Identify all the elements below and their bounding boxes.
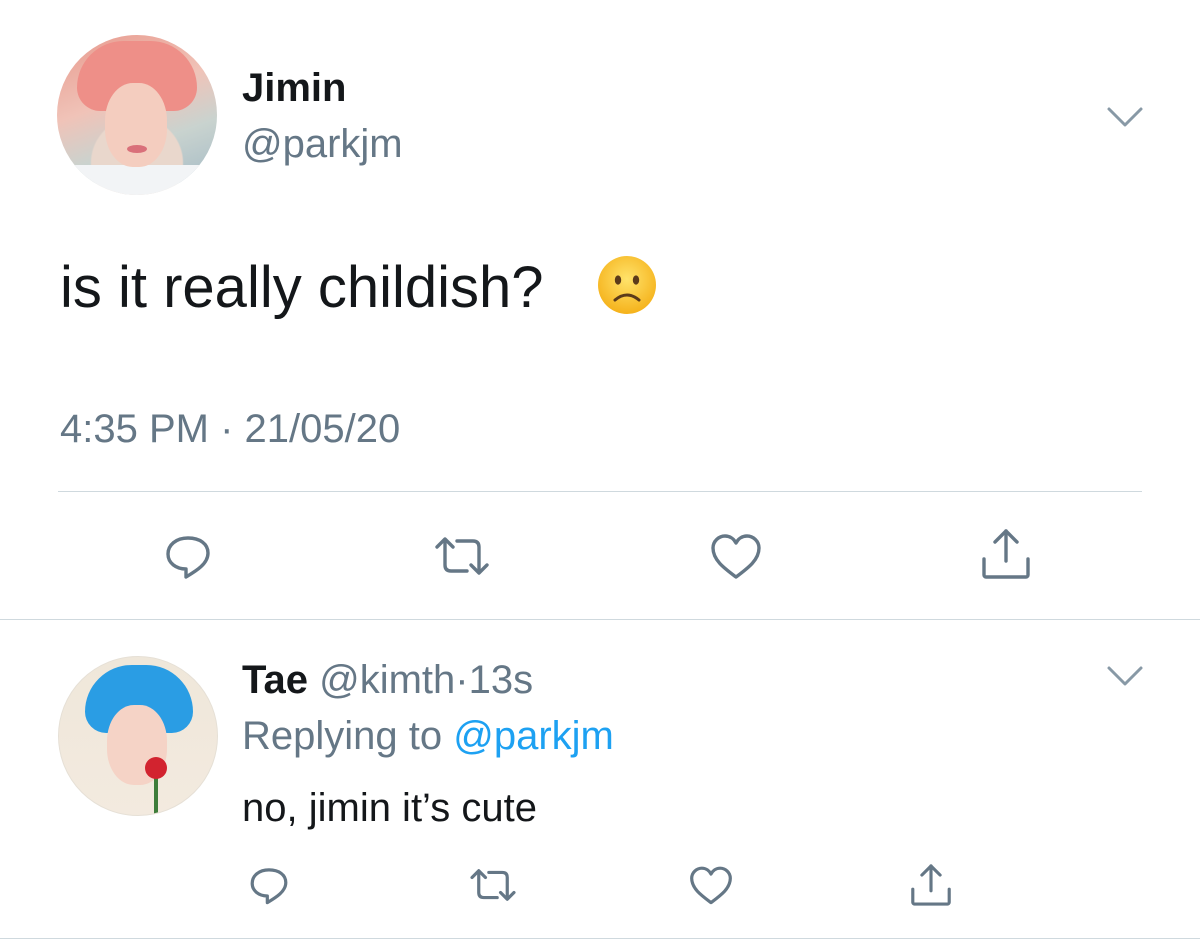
reply-header: Tae @kimth·13s bbox=[242, 656, 533, 704]
reply-icon bbox=[166, 536, 210, 579]
retweet-icon bbox=[470, 869, 516, 901]
replying-to: Replying to @parkjm bbox=[242, 712, 614, 760]
replying-prefix: Replying to bbox=[242, 714, 443, 758]
share-button[interactable] bbox=[906, 860, 956, 910]
display-name[interactable]: Jimin bbox=[242, 64, 346, 112]
main-tweet: Jimin @parkjm is it really childish? 4:3… bbox=[0, 0, 1200, 619]
heart-icon bbox=[711, 534, 761, 579]
avatar[interactable] bbox=[58, 656, 218, 816]
relative-time[interactable]: 13s bbox=[469, 658, 534, 702]
tweet-text: is it really childish? bbox=[60, 255, 544, 320]
avatar[interactable] bbox=[57, 35, 217, 195]
separator: · bbox=[455, 658, 469, 702]
timestamp[interactable]: 4:35 PM · 21/05/20 bbox=[60, 405, 400, 453]
divider bbox=[0, 938, 1200, 939]
display-name[interactable]: Tae bbox=[242, 658, 308, 702]
handle[interactable]: @kimth bbox=[319, 658, 455, 702]
share-button[interactable] bbox=[976, 524, 1036, 584]
divider bbox=[58, 491, 1142, 492]
like-button[interactable] bbox=[686, 862, 736, 908]
retweet-icon bbox=[435, 537, 489, 575]
chevron-down-icon[interactable] bbox=[1105, 664, 1145, 688]
reply-button[interactable] bbox=[246, 862, 292, 908]
chevron-down-icon[interactable] bbox=[1105, 105, 1145, 129]
like-button[interactable] bbox=[706, 528, 766, 584]
reply-icon bbox=[250, 868, 288, 905]
share-icon bbox=[982, 529, 1030, 579]
retweet-button[interactable] bbox=[430, 528, 494, 584]
mention-link[interactable]: @parkjm bbox=[453, 714, 614, 758]
divider bbox=[0, 619, 1200, 620]
reply-button[interactable] bbox=[160, 528, 216, 584]
reply-text: no, jimin it’s cute bbox=[242, 786, 537, 830]
retweet-button[interactable] bbox=[466, 862, 520, 908]
share-icon bbox=[911, 864, 951, 906]
handle[interactable]: @parkjm bbox=[242, 120, 403, 168]
frowning-face-icon bbox=[598, 256, 656, 314]
heart-icon bbox=[690, 866, 732, 905]
